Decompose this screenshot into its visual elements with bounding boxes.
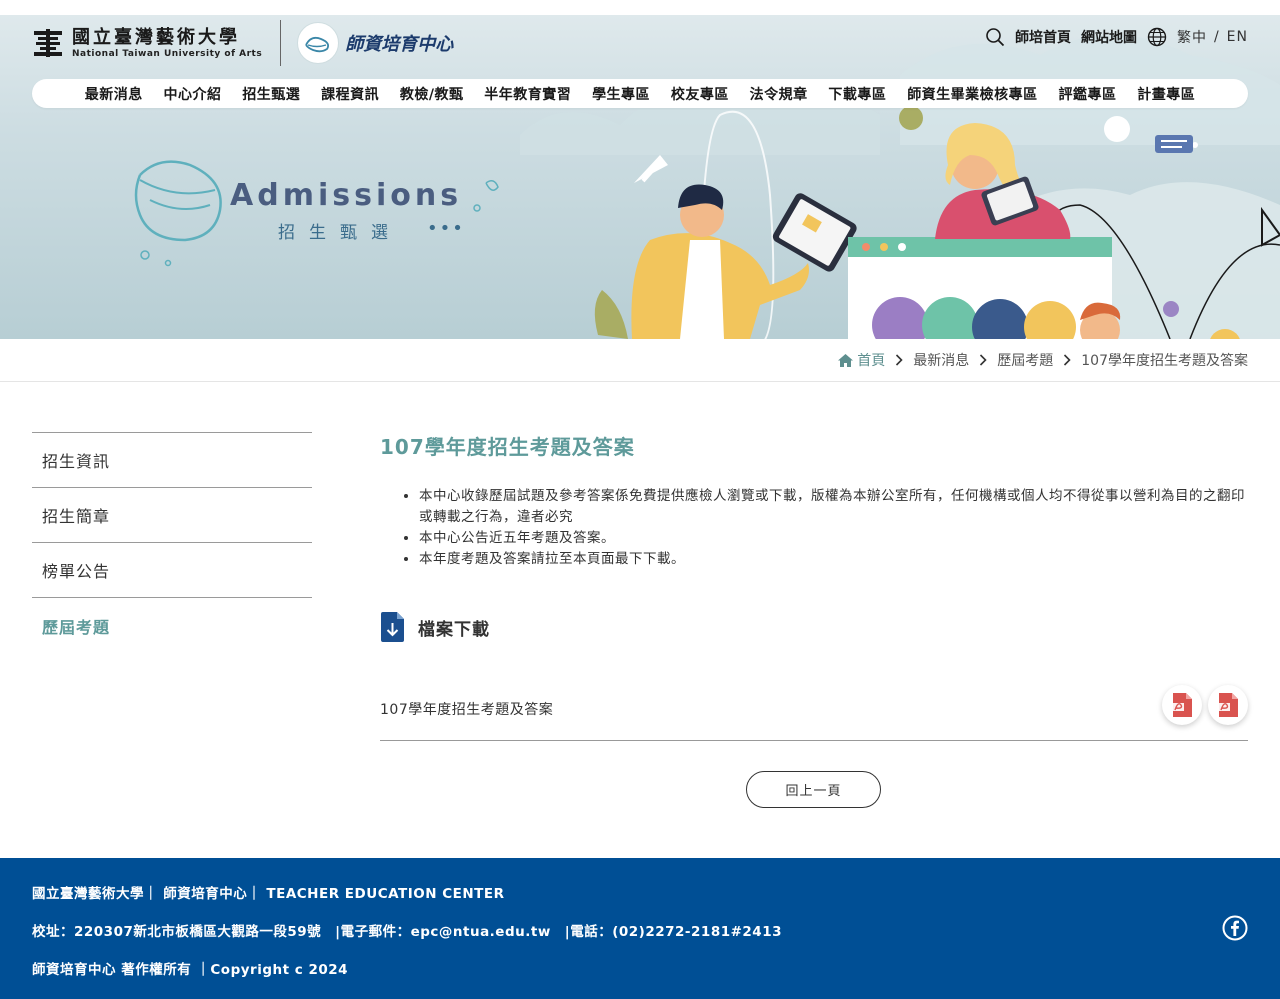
sidebar-item-past-exams[interactable]: 歷屆考題 [32, 598, 312, 653]
main-content: 107學年度招生考題及答案 本中心收錄歷屆試題及參考答案係免費提供應檢人瀏覽或下… [380, 432, 1248, 808]
footer-contact-line: 校址：220307新北市板橋區大觀路一段59號 |電子郵件：epc@ntua.e… [32, 924, 782, 940]
university-logo[interactable]: 國立臺灣藝術大學 National Taiwan University of A… [32, 20, 282, 66]
lang-en-link[interactable]: EN [1227, 29, 1248, 45]
page-title: 107學年度招生考題及答案 [380, 435, 635, 459]
sidebar: 招生資訊 招生簡章 榜單公告 歷屆考題 [32, 432, 312, 653]
site-logo[interactable]: 國立臺灣藝術大學 National Taiwan University of A… [32, 20, 453, 66]
center-logo[interactable]: 師資培育中心 [281, 22, 453, 64]
pdf-icon [1217, 692, 1238, 717]
chevron-right-icon [980, 354, 987, 366]
breadcrumb-home-label: 首頁 [857, 353, 886, 369]
lang-zh-link[interactable]: 繁中 [1177, 27, 1207, 47]
pdf-download-button[interactable] [1208, 684, 1248, 725]
nav-item-about[interactable]: 中心介紹 [153, 84, 232, 104]
breadcrumb-home[interactable]: 首頁 [838, 350, 885, 370]
download-heading: 檔案下載 [418, 619, 490, 640]
back-button[interactable]: 回上一頁 [746, 771, 881, 808]
home-icon [838, 353, 854, 367]
nav-item-internship[interactable]: 半年教育實習 [474, 84, 582, 104]
breadcrumb-bar: 首頁 最新消息 歷屆考題 107學年度招生考題及答案 [0, 339, 1280, 382]
lang-separator: / [1213, 29, 1220, 45]
pdf-download-button[interactable] [1162, 684, 1202, 725]
main-nav: 最新消息 中心介紹 招生甄選 課程資訊 教檢/教甄 半年教育實習 學生專區 校友… [32, 79, 1248, 108]
facebook-icon[interactable] [1222, 915, 1248, 941]
chevron-right-icon [1064, 354, 1071, 366]
university-name-zh: 國立臺灣藝術大學 [72, 27, 240, 48]
nav-item-graduation-check[interactable]: 師資生畢業檢核專區 [897, 84, 1048, 104]
file-download-icon [381, 612, 404, 642]
nav-item-students[interactable]: 學生專區 [582, 84, 661, 104]
pdf-icon [1171, 692, 1192, 717]
banner-title-en: Admissions [230, 178, 463, 213]
notice-list: 本中心收錄歷屆試題及參考答案係免費提供應檢人瀏覽或下載，版權為本辦公室所有，任何… [380, 486, 1248, 570]
university-emblem-icon [34, 29, 62, 57]
sidebar-item-results[interactable]: 榜單公告 [32, 543, 312, 598]
nav-item-news[interactable]: 最新消息 [74, 84, 153, 104]
banner-dots: ••• [427, 218, 465, 239]
nav-item-exams[interactable]: 教檢/教甄 [389, 84, 473, 104]
nav-item-admissions[interactable]: 招生甄選 [232, 84, 311, 104]
globe-icon [1147, 27, 1167, 47]
university-name-en: National Taiwan University of Arts [72, 49, 263, 59]
chevron-right-icon [896, 354, 903, 366]
breadcrumb-item-past-exams[interactable]: 歷屆考題 [997, 350, 1053, 370]
sidebar-item-admission-info[interactable]: 招生資訊 [32, 433, 312, 488]
banner-title-zh: 招生甄選 [278, 223, 402, 243]
utility-nav: 師培首頁 網站地圖 繁中 / EN [985, 27, 1248, 47]
file-name: 107學年度招生考題及答案 [380, 702, 554, 718]
nav-item-downloads[interactable]: 下載專區 [818, 84, 897, 104]
search-icon[interactable] [985, 27, 1005, 47]
language-switcher: 繁中 / EN [1177, 27, 1248, 47]
footer: 國立臺灣藝術大學｜ 師資培育中心｜ TEACHER EDUCATION CENT… [0, 858, 1280, 999]
notice-item: 本中心收錄歷屆試題及參考答案係免費提供應檢人瀏覽或下載，版權為本辦公室所有，任何… [419, 486, 1248, 528]
whale-logo-icon [297, 22, 340, 64]
notice-item: 本中心公告近五年考題及答案。 [419, 528, 1248, 549]
breadcrumb: 首頁 最新消息 歷屆考題 107學年度招生考題及答案 [838, 350, 1248, 370]
nav-item-courses[interactable]: 課程資訊 [311, 84, 390, 104]
center-name: 師資培育中心 [345, 34, 454, 55]
nav-item-alumni[interactable]: 校友專區 [660, 84, 739, 104]
hero-banner: 國立臺灣藝術大學 National Taiwan University of A… [0, 0, 1280, 339]
file-actions [1162, 684, 1248, 725]
notice-item: 本年度考題及答案請拉至本頁面最下下載。 [419, 549, 1248, 570]
download-section-heading: 檔案下載 [380, 612, 490, 642]
breadcrumb-item-current: 107學年度招生考題及答案 [1081, 353, 1248, 369]
footer-org-line: 國立臺灣藝術大學｜ 師資培育中心｜ TEACHER EDUCATION CENT… [32, 886, 505, 902]
breadcrumb-item-news[interactable]: 最新消息 [913, 350, 969, 370]
nav-item-evaluation[interactable]: 評鑑專區 [1048, 84, 1127, 104]
nav-item-projects[interactable]: 計畫專區 [1127, 84, 1206, 104]
nav-item-regulations[interactable]: 法令規章 [739, 84, 818, 104]
teacher-home-link[interactable]: 師培首頁 [1015, 27, 1071, 47]
file-row: 107學年度招生考題及答案 [380, 678, 1248, 741]
sidebar-item-brochure[interactable]: 招生簡章 [32, 488, 312, 543]
sitemap-link[interactable]: 網站地圖 [1081, 27, 1137, 47]
footer-copyright: 師資培育中心 著作權所有 ｜Copyright c 2024 [32, 962, 349, 978]
